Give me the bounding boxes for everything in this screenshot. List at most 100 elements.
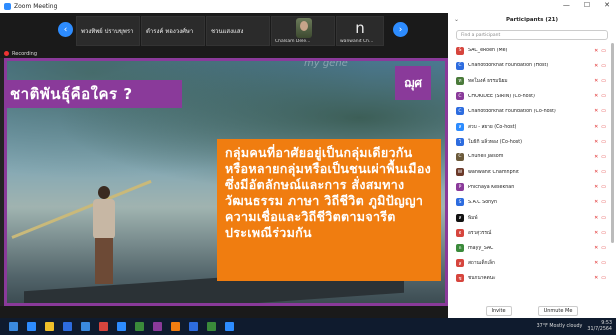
zoom-logo-icon xyxy=(4,3,11,10)
window-controls: — ☐ ✕ xyxy=(563,1,610,9)
participant-name: Chanotdorkhat Foundation (Host) xyxy=(468,63,549,69)
slide-logo: ฌุศ xyxy=(395,66,431,100)
video-thumbnail[interactable]: ชวนแสงแสง xyxy=(206,16,270,46)
taskbar-app-icon[interactable] xyxy=(63,322,72,331)
participant-row[interactable]: C CHOKIDEE (SIRIN) (Co-host) ✕ ▭ xyxy=(452,89,610,104)
title-bar: Zoom Meeting — ☐ ✕ xyxy=(0,0,616,13)
avatar: C xyxy=(456,107,464,116)
muted-mic-icon: ✕ xyxy=(594,77,599,84)
video-thumbnail[interactable]: Chalsam Dele... xyxy=(271,16,335,46)
taskbar-app-icon[interactable] xyxy=(153,322,162,331)
previous-page-button[interactable]: ‹ xyxy=(58,22,73,37)
participant-row[interactable]: C Chunell Jaisom ✕ ▭ xyxy=(452,149,610,164)
video-off-icon: ▭ xyxy=(601,214,606,221)
participant-name: Chanotdorkhat Foundation (Co-host) xyxy=(468,108,556,114)
avatar: อ xyxy=(456,228,464,237)
video-off-icon: ▭ xyxy=(601,260,606,267)
video-thumbnail[interactable]: พวงทิพย์ ปราบขุพรา xyxy=(76,16,140,46)
muted-mic-icon: ✕ xyxy=(594,199,599,206)
taskbar-app-icon[interactable] xyxy=(171,322,180,331)
participant-row[interactable]: S SAC_eRoen (Me) ✕ ▭ xyxy=(452,43,610,58)
participant-row[interactable]: ส พิมพ์ ✕ ▭ xyxy=(452,210,610,225)
participant-status-icons: ✕ ▭ xyxy=(594,139,606,145)
participant-row[interactable]: ส สถานเด็กเล็ก ✕ ▭ xyxy=(452,256,610,271)
taskbar-app-icon[interactable] xyxy=(117,322,126,331)
slide-person xyxy=(84,186,124,286)
avatar: ส xyxy=(456,213,464,222)
next-page-button[interactable]: › xyxy=(393,22,408,37)
muted-mic-icon: ✕ xyxy=(594,62,599,69)
muted-mic-icon: ✕ xyxy=(594,169,599,176)
participant-status-icons: ✕ ▭ xyxy=(594,245,606,251)
avatar: C xyxy=(456,92,464,101)
scrollbar[interactable] xyxy=(611,43,614,243)
participant-video xyxy=(296,18,312,38)
clock[interactable]: 9:53 31/7/2564 xyxy=(587,321,612,332)
video-off-icon: ▭ xyxy=(601,229,606,236)
participant-status-icons: ✕ ▭ xyxy=(594,169,606,175)
slide-title: ชาติพันธุ์คือใคร ? xyxy=(4,80,182,108)
participant-status-icons: ✕ ▭ xyxy=(594,48,606,54)
taskbar-app-icon[interactable] xyxy=(225,322,234,331)
participant-name: โมธิกิ มลิ่วทอง (Co-host) xyxy=(468,139,523,145)
taskbar-app-icon[interactable] xyxy=(81,322,90,331)
taskbar-app-icon[interactable] xyxy=(207,322,216,331)
avatar: S xyxy=(456,198,464,207)
participant-name: mayy_SAC xyxy=(468,245,494,251)
taskbar-app-icon[interactable] xyxy=(99,322,108,331)
participant-row[interactable]: P Phichaya Kesekhan ✕ ▭ xyxy=(452,180,610,195)
maximize-button[interactable]: ☐ xyxy=(584,1,590,9)
participant-row[interactable]: อ อรวสุวรรณ์ ✕ ▭ xyxy=(452,225,610,240)
participant-row[interactable]: ส สวบ - สยาย (Co-host) ✕ ▭ xyxy=(452,119,610,134)
unmute-me-button[interactable]: Unmute Me xyxy=(537,305,579,316)
minimize-button[interactable]: — xyxy=(563,1,570,9)
muted-mic-icon: ✕ xyxy=(594,275,599,282)
participant-status-icons: ✕ ▭ xyxy=(594,275,606,281)
slide-body-text: กลุ่มคนที่อาศัยอยู่เป็นกลุ่มเดียวกันหรือ… xyxy=(225,145,432,240)
participant-name: ชนกนาคตนะ xyxy=(468,276,496,282)
participant-row[interactable]: Wwanwanit Chamnphit ✕ ▭ xyxy=(452,165,610,180)
participant-row[interactable]: C Chanotdorkhat Foundation (Host) ✕ ▭ xyxy=(452,58,610,73)
video-strip: ‹ พวงทิพย์ ปราบขุพรา ดำรงค์ ทองวงศ์ษา ชว… xyxy=(0,13,448,49)
video-off-icon: ▭ xyxy=(601,77,606,84)
muted-mic-icon: ✕ xyxy=(594,108,599,115)
video-thumbnail[interactable]: ดำรงค์ ทองวงศ์ษา xyxy=(141,16,205,46)
participant-row[interactable]: S S.A.C Sonyn ✕ ▭ xyxy=(452,195,610,210)
participant-name: ทดโมงค์ ธรรมนิยม xyxy=(468,78,508,84)
invite-button[interactable]: Invite xyxy=(485,305,512,316)
participant-status-icons: ✕ ▭ xyxy=(594,108,606,114)
participant-list: S SAC_eRoen (Me) ✕ ▭ C Chanotdorkhat Foundati… xyxy=(452,43,610,286)
participant-name: สวบ - สยาย (Co-host) xyxy=(468,124,517,130)
avatar: C xyxy=(456,61,464,70)
participant-row[interactable]: ท ทดโมงค์ ธรรมนิยม ✕ ▭ xyxy=(452,73,610,88)
video-off-icon: ▭ xyxy=(601,123,606,130)
participant-row[interactable]: ช ชนกนาคตนะ ✕ ▭ xyxy=(452,271,610,286)
participant-name: Chunell Jaisom xyxy=(468,154,504,160)
avatar: ส xyxy=(456,122,464,131)
muted-mic-icon: ✕ xyxy=(594,260,599,267)
taskbar-app-icon[interactable] xyxy=(135,322,144,331)
taskbar-app-icon[interactable] xyxy=(45,322,54,331)
participant-status-icons: ✕ ▭ xyxy=(594,199,606,205)
participant-status-icons: ✕ ▭ xyxy=(594,154,606,160)
weather-status[interactable]: 37°F Mostly cloudy xyxy=(537,324,583,329)
video-off-icon: ▭ xyxy=(601,93,606,100)
participant-status-icons: ✕ ▭ xyxy=(594,184,606,190)
video-thumbnail[interactable]: n wanwanit Ch... xyxy=(336,16,384,46)
participant-row[interactable]: n mayy_SAC ✕ ▭ xyxy=(452,240,610,255)
video-off-icon: ▭ xyxy=(601,245,606,252)
close-button[interactable]: ✕ xyxy=(604,1,610,9)
participant-status-icons: ✕ ▭ xyxy=(594,215,606,221)
participants-panel: ⌄ Participants (21) Find a participant S… xyxy=(448,13,616,318)
windows-taskbar: 37°F Mostly cloudy 9:53 31/7/2564 xyxy=(0,318,616,335)
participant-row[interactable]: โ โมธิกิ มลิ่วทอง (Co-host) ✕ ▭ xyxy=(452,134,610,149)
taskbar-app-icon[interactable] xyxy=(189,322,198,331)
avatar: ส xyxy=(456,259,464,268)
participant-search-input[interactable]: Find a participant xyxy=(456,30,608,40)
taskbar-app-icon[interactable] xyxy=(27,322,36,331)
avatar: ช xyxy=(456,274,464,283)
start-button-icon[interactable] xyxy=(9,322,18,331)
participant-status-icons: ✕ ▭ xyxy=(594,63,606,69)
participant-row[interactable]: C Chanotdorkhat Foundation (Co-host) ✕ ▭ xyxy=(452,104,610,119)
participant-status-icons: ✕ ▭ xyxy=(594,260,606,266)
